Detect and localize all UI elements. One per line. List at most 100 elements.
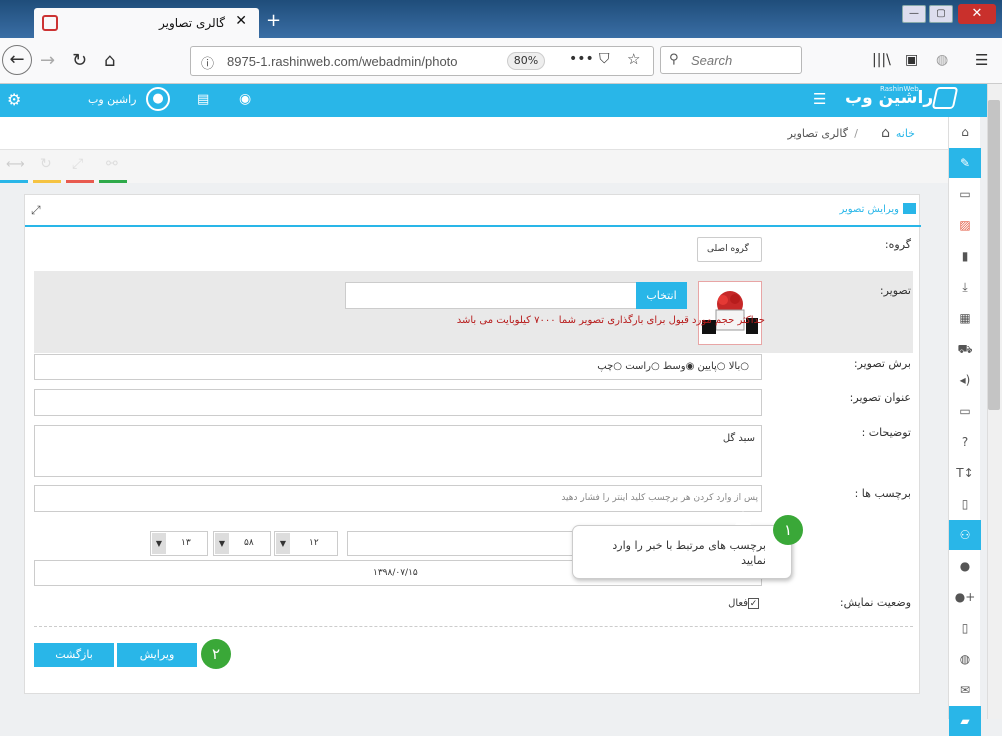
forward-arrow-icon[interactable]: → — [40, 50, 55, 71]
pocket-icon[interactable]: ⛉ — [599, 51, 610, 67]
sidebar-film-icon[interactable]: ▦ — [949, 303, 981, 333]
crop-radio-right[interactable]: ○ — [651, 361, 660, 372]
flower-basket-image — [702, 291, 758, 334]
collapse-icon[interactable]: ⟷ — [6, 157, 25, 172]
second-dropdown-icon[interactable]: ▼ — [152, 533, 166, 554]
callout-badge-1: ۱ — [773, 515, 803, 545]
url-bar[interactable]: ⓘ 8975-1.rashinweb.com/webadmin/photo 80… — [190, 46, 654, 76]
crop-radio-center[interactable]: ◉ — [686, 361, 695, 372]
sidebar-news-icon[interactable]: ▭ — [949, 179, 981, 209]
search-placeholder: Search — [691, 53, 733, 68]
description-value: سبد گل — [722, 433, 755, 444]
panel-image-icon — [903, 203, 916, 214]
back-button[interactable]: بازگشت — [34, 643, 114, 667]
menu-hamburger-icon[interactable]: ☰ — [975, 51, 988, 69]
crop-radio-bottom[interactable]: ○ — [717, 361, 726, 372]
reload-icon[interactable]: ↻ — [72, 50, 87, 71]
settings-gear-icon[interactable]: ⚙ — [7, 90, 21, 109]
maximize-icon[interactable]: ▢ — [929, 5, 953, 23]
globe-addon-icon[interactable]: ◍ — [936, 52, 948, 68]
breadcrumb-current: گالری تصاویر — [787, 127, 848, 140]
group-select[interactable]: گروه اصلی — [697, 237, 762, 262]
more-actions-icon[interactable]: ••• — [569, 51, 594, 67]
window-close-icon[interactable]: ✕ — [958, 4, 996, 24]
search-box[interactable]: ⚲ Search — [660, 46, 802, 74]
panel-header: ⤢ ویرایش تصویر — [25, 195, 921, 227]
second-value: ۱۳ — [181, 538, 191, 548]
sidebar-mail-icon[interactable]: ✉ — [949, 675, 981, 705]
status-checkbox[interactable]: ✓ — [748, 598, 759, 609]
minimize-icon[interactable]: — — [902, 5, 926, 23]
date-picker-input[interactable] — [347, 531, 587, 556]
callout-badge-2: ۲ — [201, 639, 231, 669]
edit-image-panel: ⤢ ویرایش تصویر گروه: گروه اصلی تصویر: ان… — [24, 194, 921, 694]
status-checkbox-group: ✓فعال — [728, 598, 759, 609]
crop-option-right: راست — [625, 361, 651, 372]
refresh-icon[interactable]: ↻ — [40, 156, 52, 172]
zoom-level[interactable]: 80% — [507, 52, 545, 70]
tags-callout: برچسب های مرتبط با خبر را وارد نمایید — [572, 525, 792, 579]
sidebar-download-icon[interactable]: ⤓ — [949, 272, 981, 302]
form-divider — [34, 626, 913, 627]
sidebar-home-icon[interactable]: ⌂ — [949, 117, 981, 147]
site-favicon-icon — [42, 15, 58, 31]
back-arrow-icon[interactable]: ← — [2, 45, 32, 75]
sidebar-help-icon[interactable]: ? — [949, 427, 981, 457]
minute-select[interactable]: ▼ ۵۸ — [213, 531, 271, 556]
sidebar-file-icon[interactable]: ▮ — [949, 241, 981, 271]
sidebar-image-icon[interactable]: ▨ — [949, 210, 981, 240]
description-textarea[interactable]: سبد گل — [34, 425, 762, 477]
sidebar-cart-icon[interactable]: ⛟ — [949, 334, 981, 364]
breadcrumb-home-icon[interactable]: ⌂ — [881, 125, 890, 141]
browser-tab[interactable]: گالری تصاویر ✕ — [34, 8, 259, 38]
user-avatar-icon[interactable]: ● — [146, 87, 170, 111]
hour-dropdown-icon[interactable]: ▼ — [276, 533, 290, 554]
menu-toggle-icon[interactable]: ☰ — [813, 90, 826, 108]
sidebar-comments-icon[interactable]: ◍ — [949, 644, 981, 674]
bookmark-star-icon[interactable]: ☆ — [627, 50, 640, 68]
edit-button[interactable]: ویرایش — [117, 643, 197, 667]
sidebar-toggle-icon[interactable]: ▣ — [905, 52, 918, 68]
title-input[interactable] — [34, 389, 762, 416]
server-icon[interactable]: ▤ — [197, 92, 209, 107]
sidebar-mobile-icon[interactable]: ▯ — [949, 613, 981, 643]
second-select[interactable]: ▼ ۱۳ — [150, 531, 208, 556]
group-select-value: گروه اصلی — [707, 244, 749, 254]
breadcrumb: ⌂ خانه / گالری تصاویر — [0, 117, 948, 150]
sidebar-user-icon[interactable]: ● — [949, 551, 981, 581]
sidebar-add-user-icon[interactable]: ●+ — [949, 582, 981, 612]
group-label: گروه: — [884, 238, 911, 251]
scrollbar-thumb[interactable] — [988, 100, 1000, 410]
globe-icon[interactable]: ◉ — [239, 91, 251, 107]
tab-close-icon[interactable]: ✕ — [235, 13, 247, 29]
sidebar-users-icon[interactable]: ⚇ — [949, 520, 981, 550]
sidebar-edit-icon[interactable]: ✎ — [949, 148, 981, 178]
info-icon[interactable]: ⓘ — [201, 53, 214, 72]
sidebar-monitor-icon[interactable]: ▭ — [949, 396, 981, 426]
image-label: تصویر: — [879, 284, 911, 297]
sidebar-text-size-icon[interactable]: T↕ — [949, 458, 981, 488]
home-icon[interactable]: ⌂ — [104, 50, 115, 71]
tags-placeholder: پس از وارد کردن هر برچسب کلید اینتر را ف… — [561, 493, 758, 503]
sidebar-volume-icon[interactable]: ◂) — [949, 365, 981, 395]
description-label: توضیحات : — [861, 426, 911, 439]
sidebar-folder-icon[interactable]: ▰ — [949, 706, 981, 736]
library-icon[interactable]: |||\ — [872, 52, 891, 68]
expand-icon[interactable]: ⤢ — [31, 203, 41, 218]
crop-radio-left[interactable]: ○ — [613, 361, 622, 372]
new-tab-button[interactable]: + — [266, 10, 281, 31]
sidebar-page-icon[interactable]: ▯ — [949, 489, 981, 519]
choose-image-button[interactable]: انتخاب — [636, 282, 687, 309]
crop-radio-top[interactable]: ○ — [740, 361, 749, 372]
crop-radio-group: ○بالا ○پایین ◉وسط ○راست ○چپ — [597, 361, 749, 372]
image-path-input[interactable] — [345, 282, 637, 309]
breadcrumb-home-link[interactable]: خانه — [896, 127, 915, 140]
user-name[interactable]: راشین وب — [88, 93, 136, 106]
logo-mark-icon — [931, 87, 959, 109]
hour-select[interactable]: ▼ ۱۲ — [274, 531, 338, 556]
minute-dropdown-icon[interactable]: ▼ — [215, 533, 229, 554]
link-icon[interactable]: ⚯ — [106, 156, 118, 172]
fullscreen-icon[interactable]: ⤢ — [72, 156, 83, 172]
tags-input[interactable]: پس از وارد کردن هر برچسب کلید اینتر را ف… — [34, 485, 762, 512]
image-thumbnail[interactable] — [698, 281, 762, 345]
